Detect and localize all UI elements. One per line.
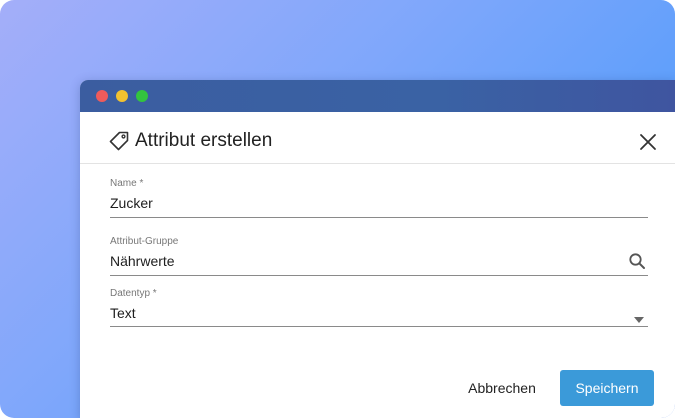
attribute-group-field-label: Attribut-Gruppe	[110, 236, 179, 247]
save-button[interactable]: Speichern	[560, 370, 654, 406]
search-icon[interactable]	[628, 252, 646, 270]
attribute-group-field[interactable]: Attribut-Gruppe Nährwerte	[110, 236, 648, 276]
name-input[interactable]: Zucker	[110, 195, 153, 212]
app-window: Attribut erstellen Name * Zucker Attribu…	[80, 80, 675, 418]
close-icon[interactable]	[638, 132, 658, 152]
datatype-select[interactable]: Datentyp * Text	[110, 288, 648, 327]
name-field-label: Name *	[110, 178, 144, 189]
dialog-header: Attribut erstellen	[80, 112, 675, 164]
maximize-window-button[interactable]	[136, 90, 148, 102]
datatype-field-label: Datentyp *	[110, 288, 157, 299]
datatype-selected-value[interactable]: Text	[110, 305, 136, 322]
dialog-title: Attribut erstellen	[135, 130, 273, 151]
cancel-button[interactable]: Abbrechen	[452, 370, 552, 406]
tag-icon	[108, 130, 130, 152]
close-window-button[interactable]	[96, 90, 108, 102]
attribute-group-input[interactable]: Nährwerte	[110, 253, 175, 270]
desktop-background: Attribut erstellen Name * Zucker Attribu…	[0, 0, 675, 418]
window-titlebar	[80, 80, 675, 112]
minimize-window-button[interactable]	[116, 90, 128, 102]
name-field[interactable]: Name * Zucker	[110, 178, 648, 218]
chevron-down-icon[interactable]	[634, 310, 644, 323]
